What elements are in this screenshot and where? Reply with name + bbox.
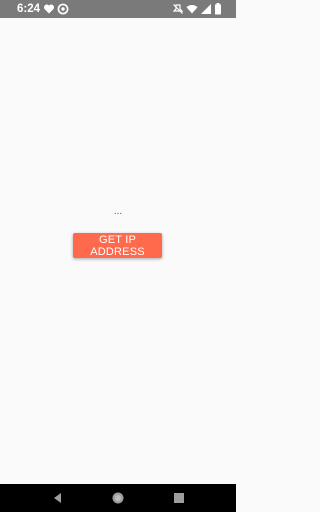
status-right-icons <box>172 3 232 15</box>
wifi-icon <box>186 3 198 15</box>
get-ip-address-button[interactable]: GET IP ADDRESS <box>73 233 162 258</box>
battery-icon <box>214 3 222 15</box>
navigation-bar <box>0 484 236 512</box>
home-icon[interactable] <box>111 491 125 505</box>
status-time: 6:24 <box>17 3 41 15</box>
status-bar: 6:24 <box>0 0 236 18</box>
do-not-disturb-off-icon <box>172 3 184 15</box>
signal-icon <box>200 3 212 15</box>
recents-icon[interactable] <box>172 491 186 505</box>
heart-icon <box>43 3 55 15</box>
back-icon[interactable] <box>51 491 65 505</box>
circle-at-icon <box>57 3 69 15</box>
ip-result-text: ... <box>113 206 123 217</box>
